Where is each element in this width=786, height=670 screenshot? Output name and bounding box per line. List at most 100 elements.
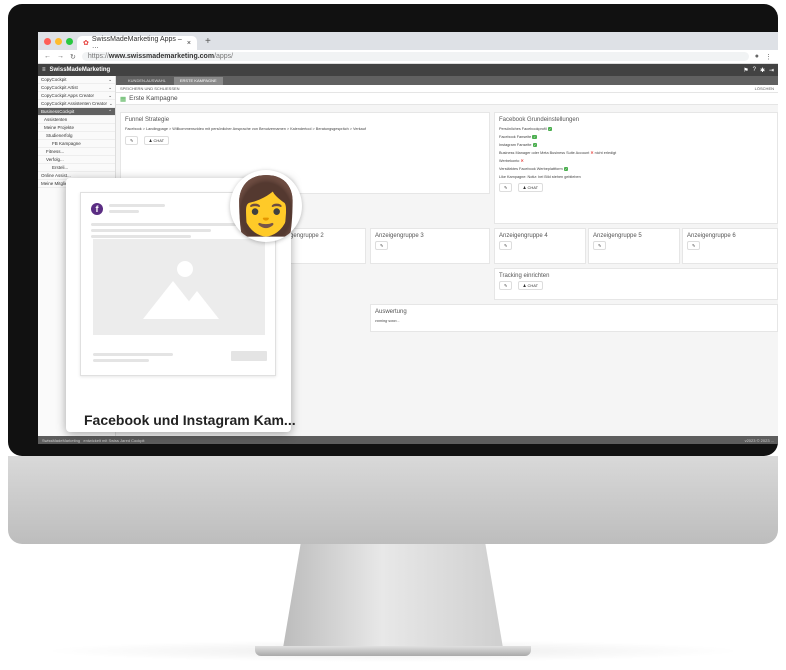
edit-button[interactable]: ✎ [593,241,607,250]
group-title: Anzeigengruppe 6 [687,233,736,239]
flag-icon[interactable]: ⚑ [743,67,748,74]
image-placeholder-icon [93,239,265,335]
chevron-down-icon: ⌄ [108,84,112,90]
new-tab-icon[interactable]: + [205,36,211,47]
text-line [91,223,241,226]
edit-button[interactable]: ✎ [687,241,701,250]
facebook-icon: f [91,203,103,215]
sidebar-item-fitness[interactable]: Fitness... [38,148,115,156]
check-icon: ✓ [547,127,553,131]
campaign-preview-card[interactable]: f 👩 Facebook und Instagram Kam... [66,170,302,432]
close-window-icon[interactable] [44,37,51,45]
group-card-5: Anzeigengruppe 5 ✎ [588,228,680,264]
tab-erste-kampagne[interactable]: ERSTE KAMPAGNE [173,77,223,85]
sidebar-item-label: CopyCockpit Artist [41,85,78,90]
url-path: /apps/ [214,53,234,60]
minimize-window-icon[interactable] [55,37,62,45]
fb-line-werbekonto: Werbekonto ✕ [495,157,777,165]
sidebar-item-label: CopyCockpit Assistenten Creator [41,101,108,106]
monitor-stand [283,544,503,648]
user-add-icon: ♟ [148,138,153,143]
sidebar-item-label: Verfolg... [46,157,64,162]
browser-tab[interactable]: ✿ SwissMadeMarketing Apps – … × [77,36,197,50]
url-prefix: https:// [87,53,109,60]
page-title-text: Erste Kampagne [129,95,178,102]
forward-icon[interactable]: → [57,53,64,60]
sidebar-item-artist[interactable]: CopyCockpit Artist ⌄ [38,84,115,92]
tab-kunden-auswahl[interactable]: KUNDEN-AUSWAHL [122,77,172,85]
sidebar-item-ersteli[interactable]: Ersteli... [38,164,115,172]
edit-button[interactable]: ✎ [125,136,139,145]
status-left: SwissMadeMarketing entwickelt mit Swiss … [42,438,145,443]
edit-button[interactable]: ✎ [499,281,513,290]
profile-icon[interactable]: ● [755,53,759,60]
sidebar-item-studienerfolg[interactable]: Studienerfolg [38,132,115,140]
hamburger-icon[interactable]: ≡ [42,67,46,73]
tracking-title: Tracking einrichten [499,273,550,279]
tracking-card: Tracking einrichten ✎ ♟ CHAT [494,268,778,300]
app-bar: ≡ SwissMadeMarketing ⚑ ? ✱ ⇥ [38,64,778,76]
group-title: Anzeigengruppe 5 [593,233,642,239]
settings-icon[interactable]: ✱ [760,67,765,74]
fb-line-text: Persönliches Facebookprofil [499,127,547,131]
cta-placeholder [231,351,267,361]
group-title: Anzeigengruppe 4 [499,233,548,239]
help-icon[interactable]: ? [753,67,756,73]
sidebar-item-assistenten[interactable]: Assistenten [38,116,115,124]
sidebar-item-label: CopyCockpit Apps Creator [41,93,95,98]
fb-line-like: Like Kampagne: Notiz: bei Bild stehen ge… [495,173,777,181]
edit-button[interactable]: ✎ [499,241,513,250]
edit-icon: ✎ [598,243,602,248]
logout-icon[interactable]: ⇥ [769,67,774,74]
url-field[interactable]: https://www.swissmademarketing.com/apps/ [81,52,749,61]
sidebar-item-meine-projekte[interactable]: Meine Projekte [38,124,115,132]
chat-label: CHAT [527,185,539,190]
auswertung-card: Auswertung coming soon... [370,304,778,332]
sidebar-item-fb-kampagne[interactable]: FB Kampagne [38,140,115,148]
status-version: v2023 © 2023 ... [744,437,774,443]
sidebar-item-verfolg[interactable]: Verfolg... [38,156,115,164]
fb-line-text: Facebook Fanseite [499,135,532,139]
fb-line-instagram: Instagram Fanseite ✓ [495,141,777,149]
sidebar-item-assistenten-creator[interactable]: CopyCockpit Assistenten Creator ⌄ [38,100,115,108]
chat-button[interactable]: ♟ CHAT [517,281,544,290]
avatar: 👩 [230,170,302,242]
chat-button[interactable]: ♟ CHAT [143,136,170,145]
status-app: SwissMadeMarketing [42,437,81,443]
funnel-text: Facebook > Landingpage > Willkommensvide… [125,127,366,131]
sidebar-item-copycockpit[interactable]: CopyCockpit ⌄ [38,76,115,84]
sidebar-item-label: Meine Projekte [44,125,75,130]
app-name: SwissMadeMarketing [49,67,111,73]
url-domain: www.swissmademarketing.com [108,53,215,60]
sidebar-item-label: BusinessCockpit [41,109,75,114]
edit-button[interactable]: ✎ [499,183,513,192]
fb-line-text: Like Kampagne: Notiz: bei Bild stehen ge… [499,175,581,179]
edit-icon: ✎ [504,185,508,190]
maximize-window-icon[interactable] [66,37,73,45]
address-bar-row: ← → ↻ https://www.swissmademarketing.com… [38,50,778,64]
check-icon: ✓ [532,135,537,139]
tab-close-icon[interactable]: × [187,40,191,47]
fb-line-text: Business Manager oder Meta Business Suit… [499,151,590,155]
text-line [109,204,165,207]
delete-button[interactable]: LÖSCHEN [755,86,774,91]
check-icon: ✓ [532,143,538,147]
sidebar-item-businesscockpit[interactable]: BusinessCockpit ⌃ [38,108,115,116]
text-line [109,210,139,213]
cross-icon: ✕ [520,159,524,163]
chat-button[interactable]: ♟ CHAT [517,183,544,192]
fb-line-note: nicht erledigt [594,151,617,155]
text-line [91,235,191,238]
sidebar-item-label: Fitness... [46,149,65,154]
favicon-icon: ✿ [83,40,89,47]
edit-button[interactable]: ✎ [375,241,389,250]
menu-icon[interactable]: ⋮ [765,53,772,61]
edit-icon: ✎ [504,283,508,288]
back-icon[interactable]: ← [44,53,51,60]
group-card-4: Anzeigengruppe 4 ✎ [494,228,586,264]
sidebar-item-apps-creator[interactable]: CopyCockpit Apps Creator ⌄ [38,92,115,100]
edit-icon: ✎ [692,243,696,248]
fb-line-manager: Business Manager oder Meta Business Suit… [495,149,777,157]
save-button[interactable]: SPEICHERN UND SCHLIESSEN [120,86,180,91]
reload-icon[interactable]: ↻ [70,53,76,61]
